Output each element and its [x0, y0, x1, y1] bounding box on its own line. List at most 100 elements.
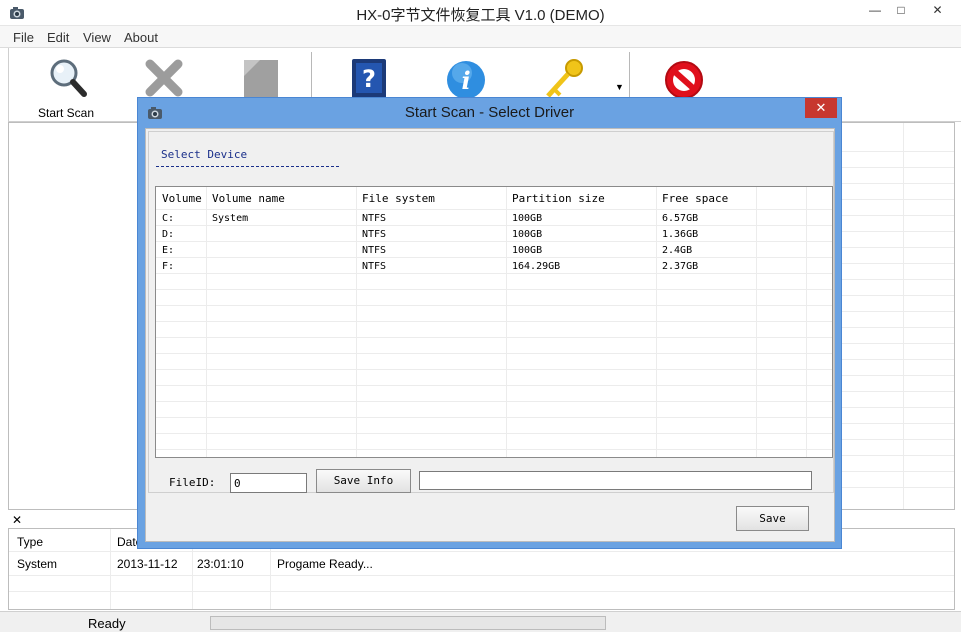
info-output-field[interactable] — [419, 471, 812, 490]
select-device-label: Select Device — [161, 148, 248, 161]
file-list-panel[interactable] — [840, 122, 955, 510]
row-divider — [156, 289, 832, 290]
svg-text:i: i — [461, 66, 470, 95]
grid-line — [841, 439, 954, 440]
log-cell-type: System — [17, 557, 58, 571]
device-cell[interactable]: 6.57GB — [662, 213, 698, 224]
fileid-input[interactable]: 0 — [230, 473, 307, 493]
title-bar: HX-0字节文件恢复工具 V1.0 (DEMO) — □ ✕ — [0, 0, 961, 26]
grid-line — [841, 455, 954, 456]
grid-line — [841, 327, 954, 328]
grid-line — [110, 529, 111, 609]
grid-line — [841, 151, 954, 152]
row-divider — [156, 401, 832, 402]
help-book-icon: ? — [352, 59, 386, 100]
row-divider — [156, 449, 832, 450]
log-cell-date: 2013-11-12 — [117, 557, 178, 571]
device-cell[interactable]: 2.37GB — [662, 261, 698, 272]
row-divider — [156, 257, 832, 258]
menu-edit[interactable]: Edit — [47, 30, 69, 45]
device-cell[interactable]: E: — [162, 245, 174, 256]
key-dropdown-arrow-icon[interactable]: ▼ — [615, 82, 624, 92]
grid-line — [841, 487, 954, 488]
start-scan-button[interactable]: Start Scan — [31, 48, 101, 122]
grid-line — [9, 551, 954, 552]
status-text: Ready — [88, 616, 126, 631]
column-header-volume[interactable]: Volume — [162, 192, 202, 205]
row-divider — [156, 353, 832, 354]
grid-line — [841, 295, 954, 296]
menu-bar: File Edit View About — [0, 26, 961, 48]
device-cell[interactable]: D: — [162, 229, 174, 240]
device-cell[interactable]: 100GB — [512, 213, 542, 224]
grid-line — [841, 471, 954, 472]
log-cell-message: Progame Ready... — [277, 557, 373, 571]
column-header-free-space[interactable]: Free space — [662, 192, 728, 205]
save-info-button[interactable]: Save Info — [316, 469, 411, 493]
grid-line — [9, 591, 954, 592]
disk-icon — [244, 60, 278, 98]
device-cell[interactable]: NTFS — [362, 261, 386, 272]
device-cell[interactable]: NTFS — [362, 213, 386, 224]
grid-line — [841, 279, 954, 280]
grid-line — [841, 375, 954, 376]
grid-line — [903, 123, 904, 509]
device-cell[interactable]: C: — [162, 213, 174, 224]
grid-line — [841, 199, 954, 200]
row-divider — [156, 321, 832, 322]
grid-line — [841, 391, 954, 392]
log-cell-time: 23:01:10 — [197, 557, 244, 571]
grid-line — [9, 575, 954, 576]
key-icon — [546, 59, 583, 98]
save-button[interactable]: Save — [736, 506, 809, 531]
column-header-file-system[interactable]: File system — [362, 192, 435, 205]
fileid-label: FileID: — [169, 476, 216, 489]
device-cell[interactable]: F: — [162, 261, 174, 272]
dialog-body: Select Device Volume Volume name File sy… — [145, 128, 835, 542]
grid-line — [841, 215, 954, 216]
device-table[interactable]: Volume Volume name File system Partition… — [155, 186, 833, 458]
device-cell[interactable]: 100GB — [512, 229, 542, 240]
row-divider — [156, 209, 832, 210]
progress-bar — [210, 616, 606, 630]
column-header-volume-name[interactable]: Volume name — [212, 192, 285, 205]
info-icon: i — [447, 61, 485, 99]
row-divider — [156, 417, 832, 418]
device-cell[interactable]: 2.4GB — [662, 245, 692, 256]
device-cell[interactable]: NTFS — [362, 245, 386, 256]
menu-file[interactable]: File — [13, 30, 34, 45]
dialog-close-button[interactable]: ✕ — [805, 98, 837, 118]
grid-line — [841, 231, 954, 232]
grid-line — [841, 423, 954, 424]
row-divider — [156, 241, 832, 242]
grid-line — [841, 167, 954, 168]
log-header-type: Type — [17, 535, 44, 549]
device-cell[interactable]: System — [212, 213, 248, 224]
device-cell[interactable]: 1.36GB — [662, 229, 698, 240]
x-icon — [145, 59, 183, 97]
window-title: HX-0字节文件恢复工具 V1.0 (DEMO) — [356, 7, 605, 24]
row-divider — [156, 273, 832, 274]
grid-line — [841, 247, 954, 248]
grid-line — [841, 343, 954, 344]
section-underline — [156, 166, 339, 167]
menu-about[interactable]: About — [124, 30, 158, 45]
select-driver-dialog: Start Scan - Select Driver ✕ Select Devi… — [137, 97, 842, 549]
maximize-button[interactable]: □ — [886, 0, 916, 20]
tree-panel[interactable] — [8, 122, 138, 510]
grid-line — [841, 359, 954, 360]
device-cell[interactable]: 100GB — [512, 245, 542, 256]
close-log-icon[interactable]: ✕ — [12, 513, 22, 527]
device-cell[interactable]: NTFS — [362, 229, 386, 240]
row-divider — [156, 305, 832, 306]
menu-view[interactable]: View — [83, 30, 111, 45]
row-divider — [156, 433, 832, 434]
device-cell[interactable]: 164.29GB — [512, 261, 560, 272]
column-header-partition-size[interactable]: Partition size — [512, 192, 605, 205]
grid-line — [841, 311, 954, 312]
row-divider — [156, 369, 832, 370]
row-divider — [156, 225, 832, 226]
magnifier-icon — [50, 59, 87, 97]
close-button[interactable]: ✕ — [914, 0, 961, 20]
grid-line — [841, 183, 954, 184]
